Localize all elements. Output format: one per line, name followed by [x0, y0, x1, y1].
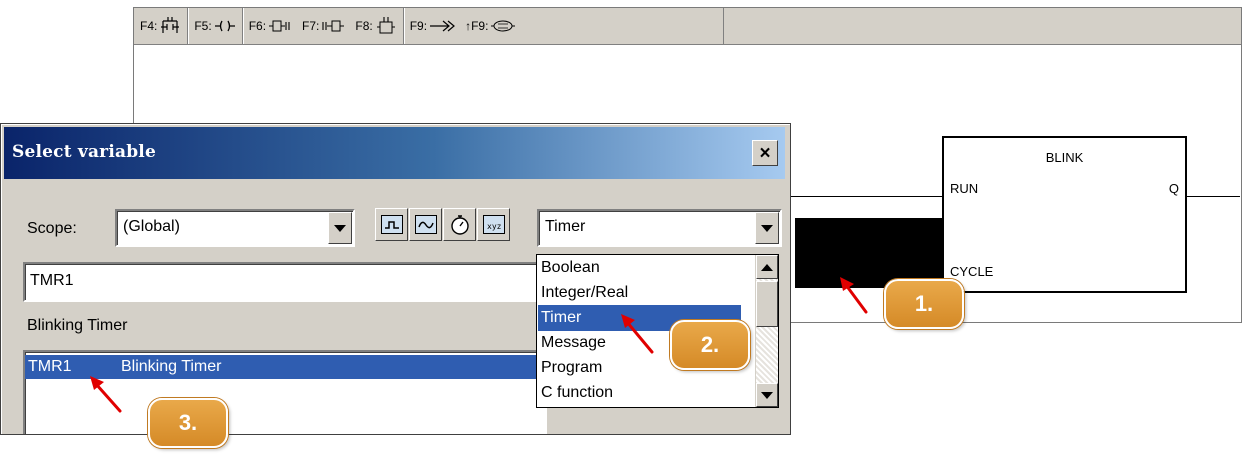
arrow-1-head-icon: [840, 277, 854, 291]
callout-step-3: 3.: [148, 398, 228, 448]
arrow-2-icon: [625, 320, 654, 354]
arrow-3-icon: [94, 382, 122, 413]
callout-step-2: 2.: [670, 320, 750, 370]
callout-step-1: 1.: [884, 279, 964, 329]
annotation-arrows: [90, 277, 868, 413]
arrow-2-head-icon: [621, 314, 635, 328]
arrow-1-icon: [844, 283, 868, 314]
arrow-3-head-icon: [90, 376, 104, 390]
